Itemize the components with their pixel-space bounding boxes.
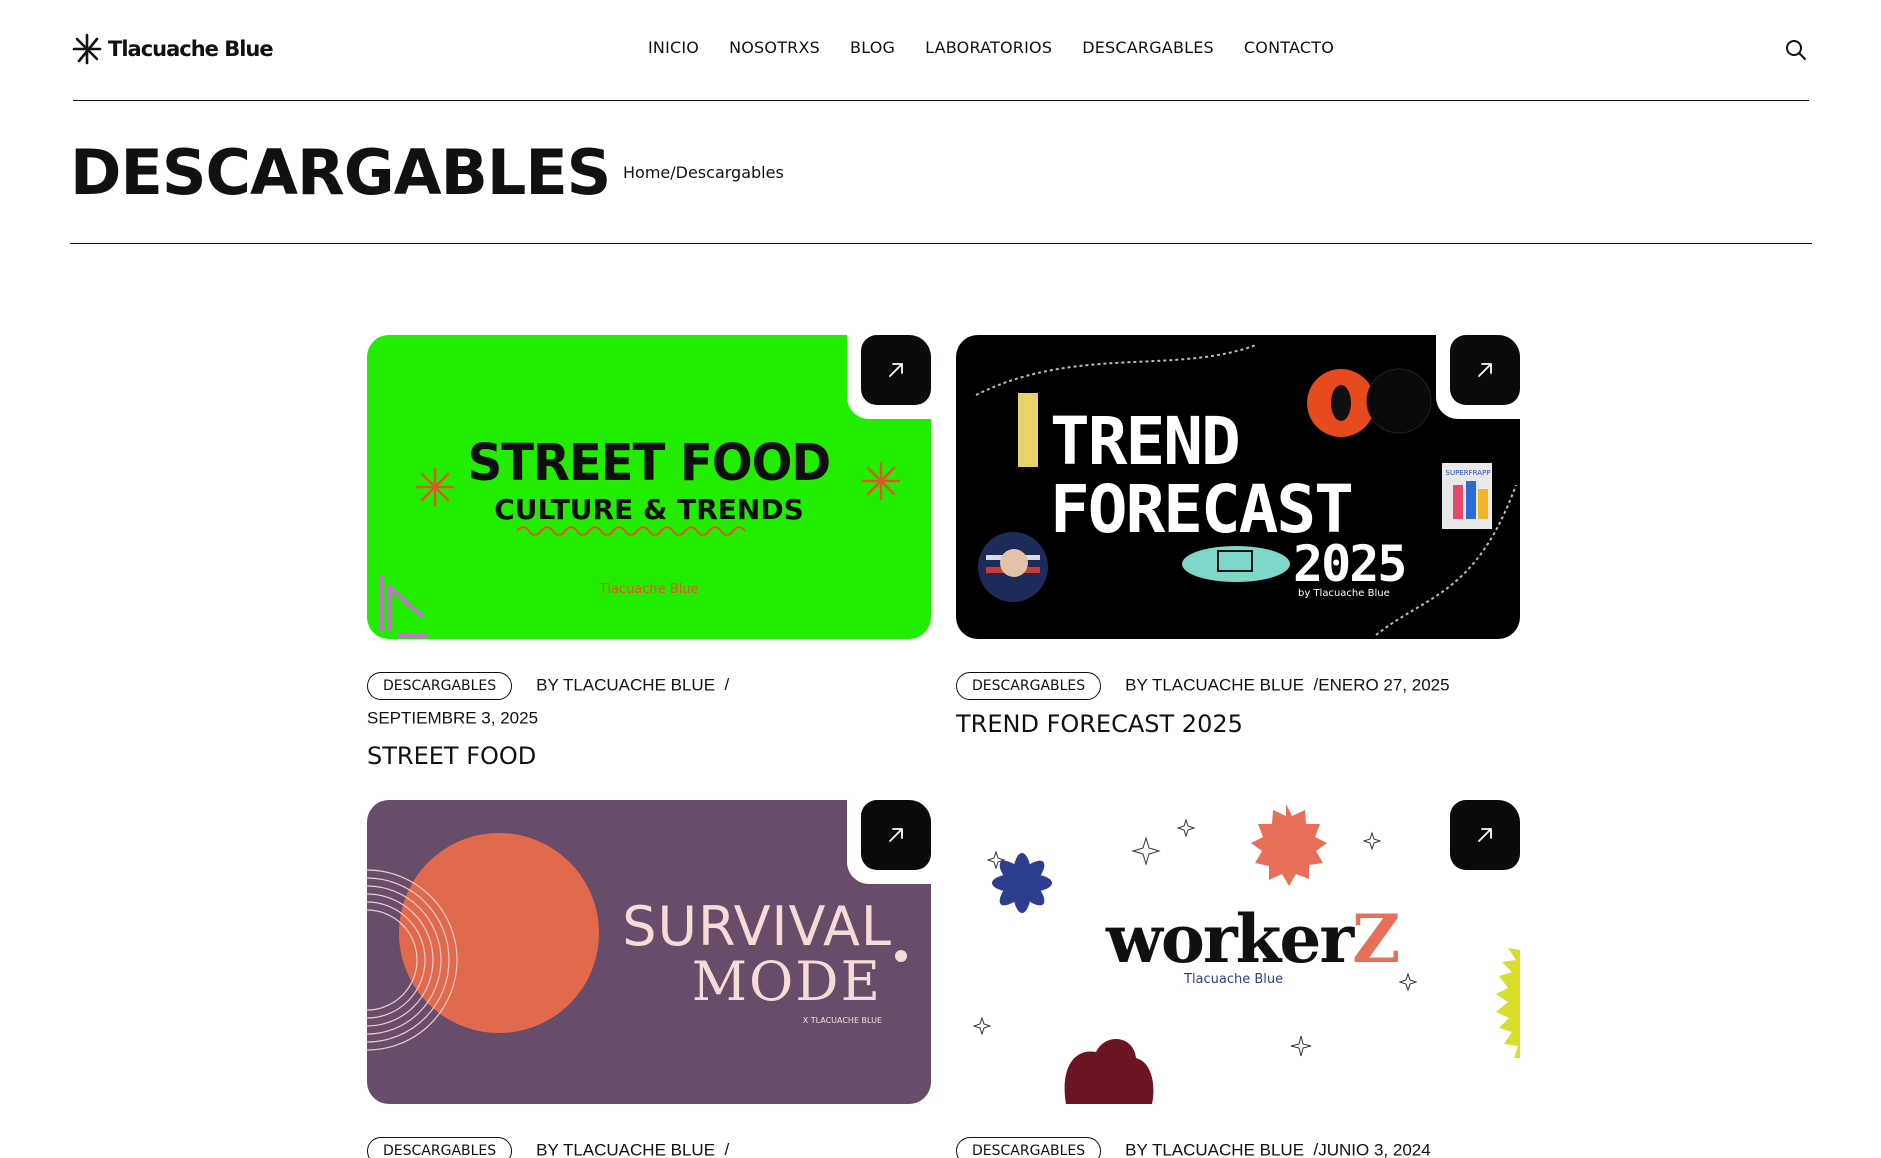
thumb-headline: STREET FOOD [467,433,832,493]
post-card: STREET FOOD CULTURE & TRENDS Tlacuache B… [367,335,931,770]
post-author: BY TLACUACHE BLUE [536,675,716,695]
post-title[interactable]: TREND FORECAST 2025 [956,710,1520,738]
wavy-underline [516,526,746,536]
open-post-button[interactable] [1450,335,1520,405]
meta-separator: / [724,675,730,694]
dot [895,950,907,962]
brand-logo[interactable]: Tlacuache Blue [70,32,274,66]
post-thumbnail[interactable]: SURVIVAL MODE X TLACUACHE BLUE [367,800,931,1104]
open-post-button[interactable] [1450,800,1520,870]
brand-name: Tlacuache Blue [108,37,274,61]
category-tag[interactable]: DESCARGABLES [956,671,1102,700]
post-title[interactable]: STREET FOOD [367,742,931,770]
breadcrumb: Home/Descargables [623,163,784,182]
nav-item-inicio[interactable]: INICIO [648,38,699,57]
meta-separator: / [724,1140,730,1158]
open-post-button[interactable] [861,800,931,870]
maroon-blob-shape [1064,1039,1154,1104]
thumb-byline: by Tlacuache Blue [1298,588,1390,599]
post-thumbnail[interactable]: workerZ Tlacuache Blue [956,800,1520,1104]
main-nav: INICIO NOSOTRXS BLOG LABORATORIOS DESCAR… [648,38,1364,57]
nav-item-laboratorios[interactable]: LABORATORIOS [925,38,1052,57]
arrow-up-right-icon [1478,828,1492,842]
yellow-burst-shape [1496,948,1520,1058]
thumb-subheadline: CULTURE & TRENDS [494,493,804,526]
thumb-brand: X TLACUACHE BLUE [802,1016,882,1025]
post-thumbnail[interactable]: TREND FORECAST 2025 by Tlacuache Blue SU… [956,335,1520,639]
thumb-year: 2025 [1293,535,1407,593]
asterisk-logo-icon [72,33,102,65]
blue-flower-shape [992,853,1052,913]
post-date: ENERO 27, 2025 [1318,675,1450,695]
post-meta: DESCARGABLES BY TLACUACHE BLUE / [367,1134,931,1158]
thumb-headline-z: Z [1352,900,1400,978]
post-meta: DESCARGABLES BY TLACUACHE BLUE /JUNIO 3, … [956,1134,1520,1158]
thumb-headline: workerZ [1106,900,1400,978]
post-card: TREND FORECAST 2025 by Tlacuache Blue SU… [956,335,1520,738]
thumb-headline-main: worker [1106,900,1354,978]
poster-sticker [1018,393,1038,467]
orange-burst-shape [1251,804,1327,886]
header-divider [73,100,1809,101]
thumb-brand: Tlacuache Blue [1184,972,1284,987]
post-card: workerZ Tlacuache Blue DESCARGABLES BY TL… [956,800,1520,1158]
post-meta: DESCARGABLES BY TLACUACHE BLUE / SEPTIEMB… [367,669,931,734]
page-title: DESCARGABLES [70,136,611,209]
post-meta: DESCARGABLES BY TLACUACHE BLUE /ENERO 27,… [956,669,1520,702]
thumb-subheadline: MODE [691,950,882,1013]
post-author: BY TLACUACHE BLUE [536,1140,716,1158]
post-author: BY TLACUACHE BLUE [1125,1140,1305,1158]
nav-item-descargables[interactable]: DESCARGABLES [1082,38,1214,57]
arrow-up-right-icon [889,363,903,377]
nav-item-blog[interactable]: BLOG [850,38,895,57]
thumb-headline: SURVIVAL [622,895,892,958]
arrow-up-right-icon [889,828,903,842]
search-button[interactable] [1784,38,1808,62]
open-post-button[interactable] [861,335,931,405]
nav-item-contacto[interactable]: CONTACTO [1244,38,1334,57]
post-date: JUNIO 3, 2024 [1318,1140,1431,1158]
post-author: BY TLACUACHE BLUE [1125,675,1305,695]
breadcrumb-current: Descargables [675,163,784,182]
site-header: Tlacuache Blue INICIO NOSOTRXS BLOG LABO… [0,0,1881,100]
category-tag[interactable]: DESCARGABLES [367,671,513,700]
thumb-by: by [1298,588,1311,599]
book-title: SUPERFRAPP [1445,469,1491,477]
arrow-up-right-icon [1478,363,1492,377]
title-divider [70,243,1812,244]
category-tag[interactable]: DESCARGABLES [367,1136,513,1158]
thumb-headline: TREND [1050,403,1241,480]
category-tag[interactable]: DESCARGABLES [956,1136,1102,1158]
post-date: SEPTIEMBRE 3, 2025 [367,708,539,728]
search-icon [1786,40,1806,60]
post-thumbnail[interactable]: STREET FOOD CULTURE & TRENDS Tlacuache B… [367,335,931,639]
thumb-brand: Tlacuache Blue [599,582,699,597]
thumb-brand: Tlacuache Blue [1313,588,1390,599]
post-card: SURVIVAL MODE X TLACUACHE BLUE DESCARGAB… [367,800,931,1158]
breadcrumb-home[interactable]: Home [623,163,670,182]
nav-item-nosotrxs[interactable]: NOSOTRXS [729,38,820,57]
